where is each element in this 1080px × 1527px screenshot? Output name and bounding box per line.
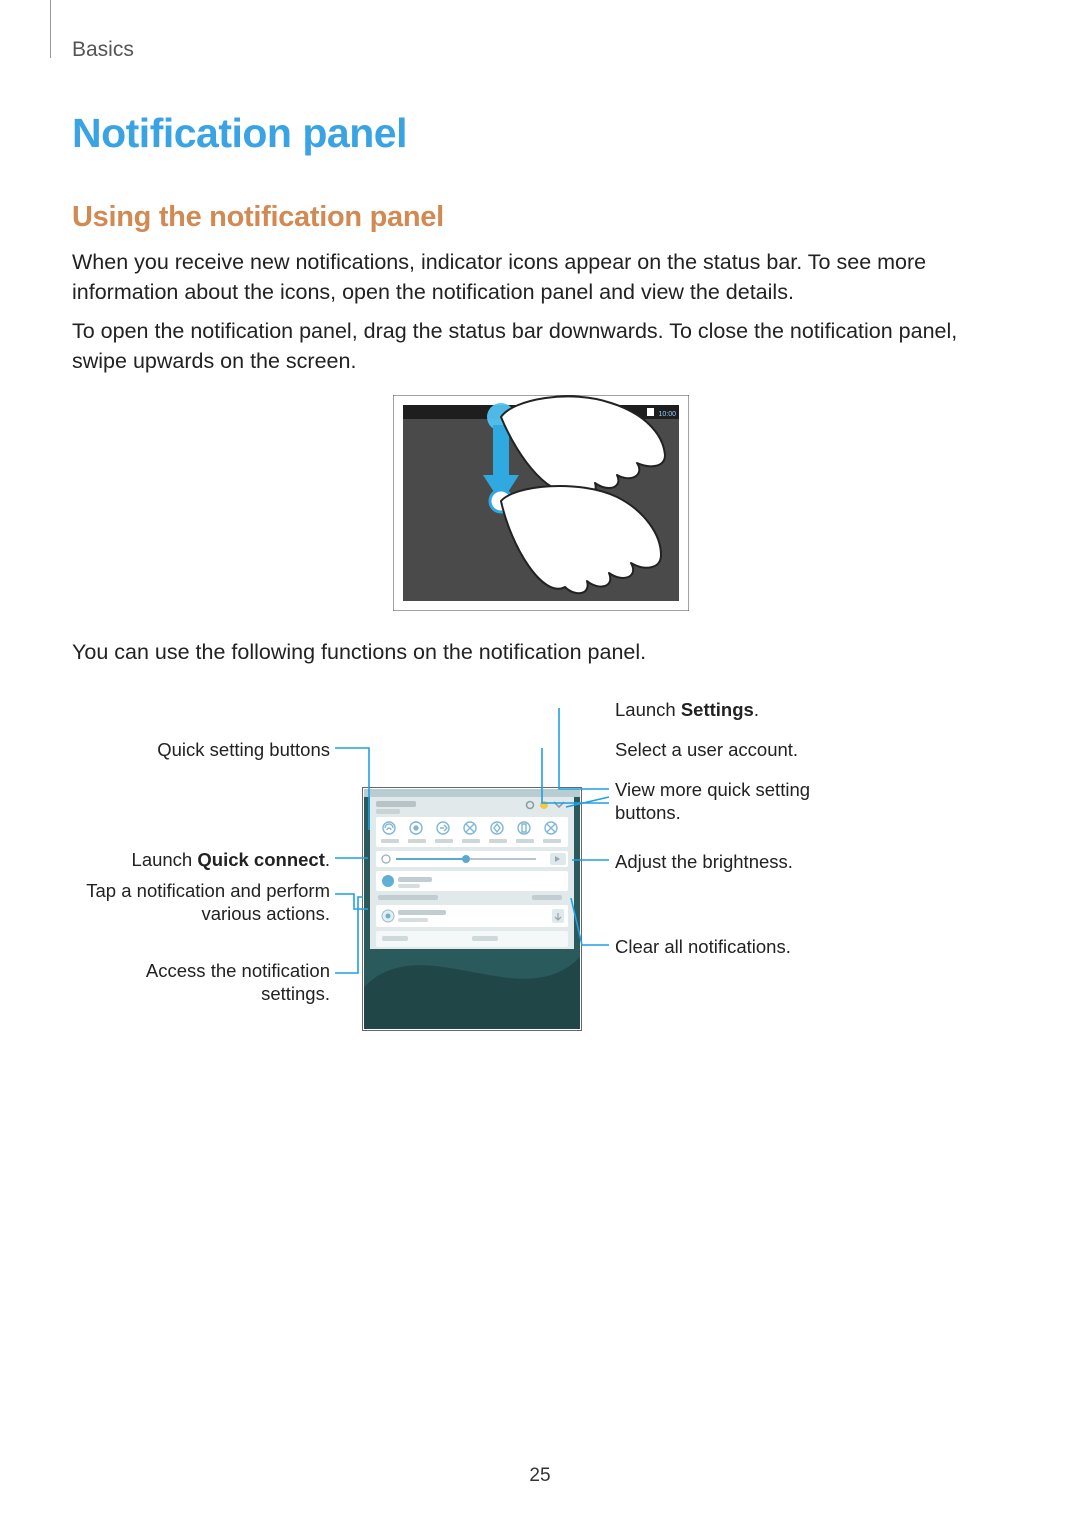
paragraph: You can use the following functions on t… <box>72 638 1010 668</box>
paragraph: When you receive new notifications, indi… <box>72 248 1010 307</box>
swipe-down-illustration: 10:00 <box>393 395 689 611</box>
callout-view-more: View more quick setting buttons. <box>615 778 845 824</box>
status-time: 10:00 <box>658 411 676 418</box>
callout-adjust-brightness: Adjust the brightness. <box>615 850 793 873</box>
callout-tap-notification: Tap a notification and perform various a… <box>72 879 330 925</box>
page-title: Notification panel <box>72 110 1010 157</box>
figure-swipe-down: 10:00 <box>72 395 1010 616</box>
chapter-label: Basics <box>72 38 1010 62</box>
paragraph: To open the notification panel, drag the… <box>72 317 1010 376</box>
callout-quick-setting-buttons: Quick setting buttons <box>72 738 330 761</box>
callout-clear-all: Clear all notifications. <box>615 935 791 958</box>
page-number: 25 <box>0 1465 1080 1487</box>
callout-select-user: Select a user account. <box>615 738 798 761</box>
section-subtitle: Using the notification panel <box>72 201 1010 234</box>
callout-launch-settings: Launch Settings. <box>615 698 759 721</box>
side-rule <box>50 0 51 58</box>
figure-notification-panel: Launch Settings. Select a user account. … <box>72 687 1010 1047</box>
callout-launch-quick-connect: Launch Quick connect. <box>72 848 330 871</box>
callout-access-settings: Access the notification settings. <box>72 959 330 1005</box>
